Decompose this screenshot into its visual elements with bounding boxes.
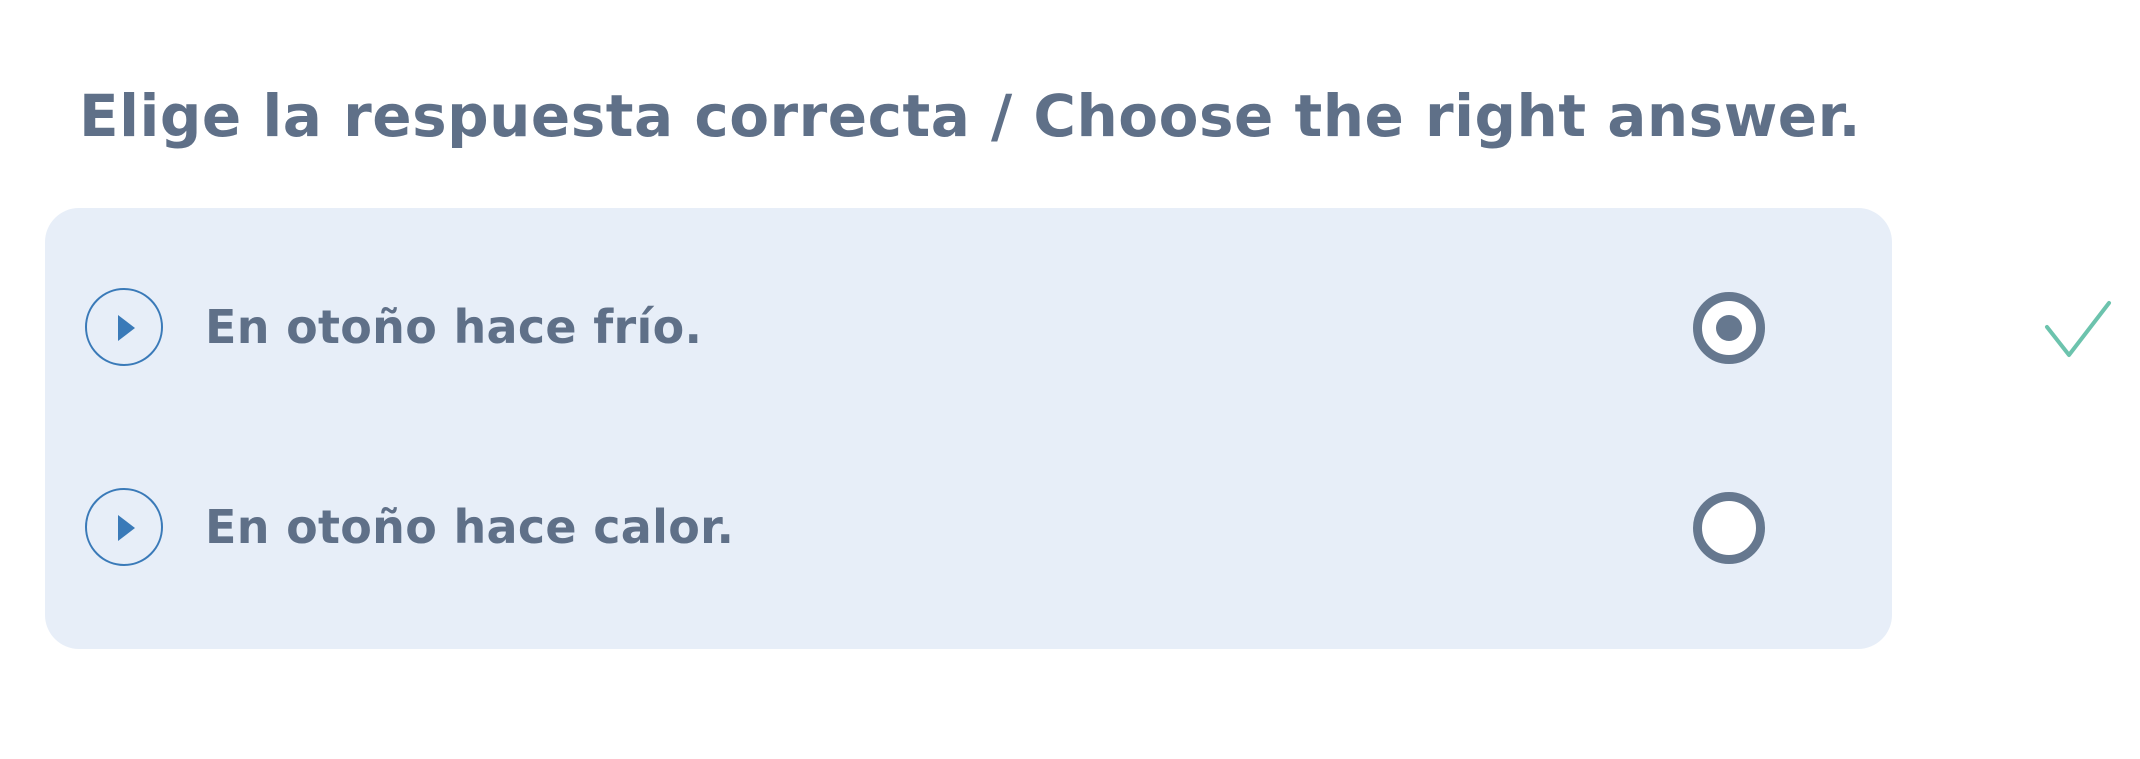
audio-play-button-1[interactable] (85, 288, 163, 366)
audio-play-button-2[interactable] (85, 488, 163, 566)
play-icon (118, 315, 135, 341)
radio-selected-dot (1716, 315, 1742, 341)
question-title: Elige la respuesta correcta / Choose the… (78, 82, 1861, 150)
radio-option-1-selected[interactable] (1693, 292, 1765, 364)
option-text-2: En otoño hace calor. (205, 500, 735, 554)
checkmark-icon (2045, 301, 2111, 357)
options-card: En otoño hace frío. En otoño hace calor. (45, 208, 1892, 649)
option-row-1: En otoño hace frío. (45, 258, 1892, 398)
option-text-1: En otoño hace frío. (205, 300, 703, 354)
play-icon (118, 515, 135, 541)
option-row-2: En otoño hace calor. (45, 458, 1892, 598)
radio-option-2[interactable] (1693, 492, 1765, 564)
